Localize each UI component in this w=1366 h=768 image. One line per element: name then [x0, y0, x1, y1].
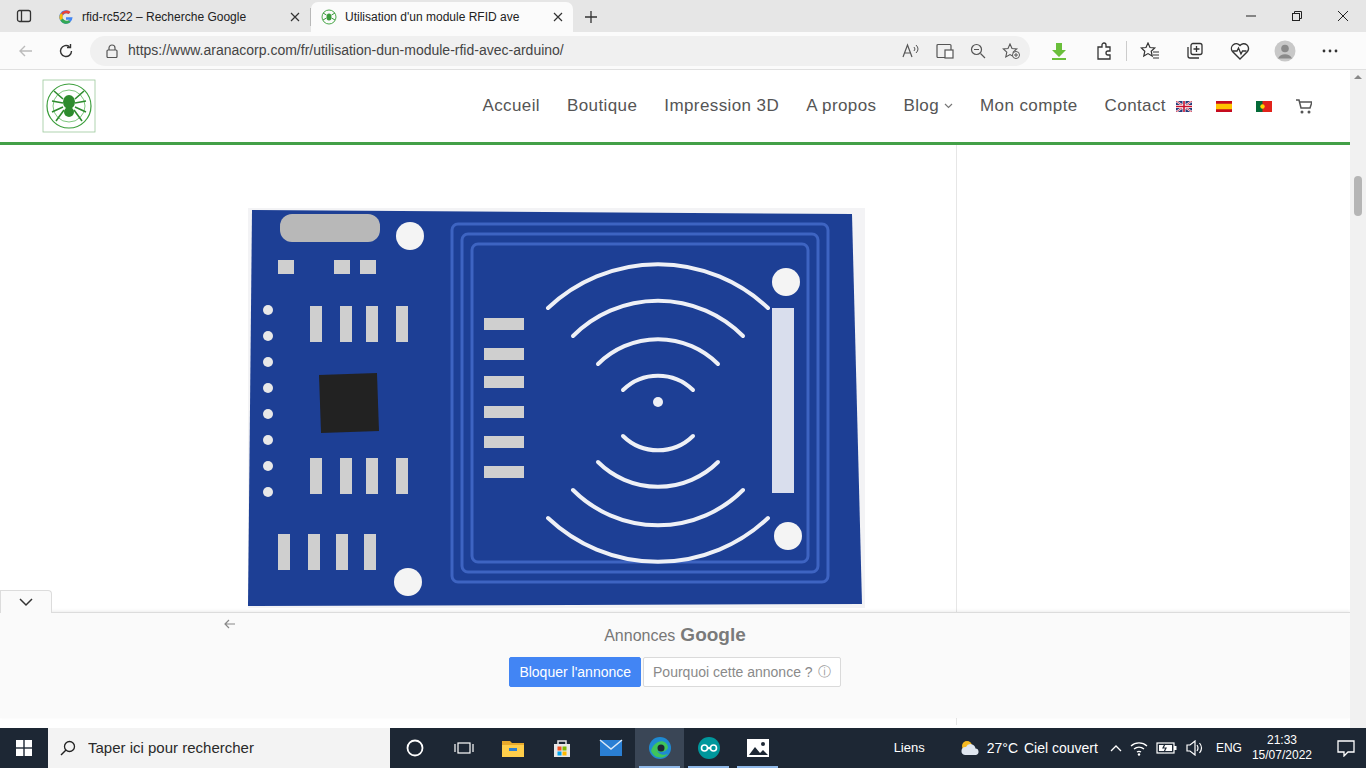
volume-icon[interactable] [1186, 740, 1204, 756]
collections-icon[interactable] [1172, 35, 1217, 67]
block-ad-button[interactable]: Bloquer l'annonce [509, 657, 641, 688]
extensions-icon[interactable] [1081, 35, 1126, 67]
search-icon [60, 740, 76, 756]
links-toolbar[interactable]: Liens [894, 738, 925, 758]
collapse-ad-icon[interactable] [0, 590, 52, 613]
add-favorite-icon[interactable] [1002, 43, 1020, 59]
aranacorp-favicon-icon [321, 9, 337, 25]
download-icon[interactable] [1036, 35, 1081, 67]
new-tab-icon[interactable] [573, 2, 609, 32]
mail-icon[interactable] [586, 728, 635, 768]
vertical-scrollbar[interactable] [1350, 70, 1366, 728]
tab-strip: rfid-rc522 – Recherche Google Utilisation… [0, 0, 1366, 32]
weather-widget[interactable]: 27°CCiel couvert [959, 738, 1098, 759]
back-icon[interactable] [6, 35, 46, 67]
more-icon[interactable] [1307, 35, 1352, 67]
window-controls [1228, 0, 1366, 32]
windows-start-icon[interactable] [0, 728, 48, 768]
cortana-icon[interactable] [390, 728, 439, 768]
zoom-icon[interactable] [970, 43, 986, 59]
scroll-thumb[interactable] [1354, 176, 1362, 216]
site-menu-item[interactable]: Mon compte [980, 93, 1078, 119]
web-page: Accueil Boutique Impression 3D A propos Blog… [0, 70, 1350, 728]
address-bar: https://www.aranacorp.com/fr/utilisation… [0, 32, 1366, 70]
tab-title[interactable]: rfid-rc522 – Recherche Google [82, 8, 282, 26]
ad-banner: AnnoncesGoogle Bloquer l'annonce Pourquo… [0, 612, 1350, 718]
site-menu-item[interactable]: Impression 3D [664, 93, 779, 119]
google-favicon-icon [58, 9, 74, 25]
notifications-icon[interactable] [1326, 728, 1366, 768]
url-text[interactable]: https://www.aranacorp.com/fr/utilisation… [128, 40, 892, 61]
input-language[interactable]: ENG [1216, 739, 1242, 757]
info-icon[interactable]: ⓘ [818, 664, 831, 680]
task-view-icon[interactable] [439, 728, 488, 768]
taskbar: Liens 27°CCiel couvert ENG 21:33 15/07/2… [0, 728, 1366, 768]
photos-icon[interactable] [733, 728, 782, 768]
tab-actions-icon[interactable] [0, 0, 48, 32]
portuguese-flag-icon[interactable] [1256, 101, 1272, 112]
cart-icon[interactable] [1296, 99, 1312, 114]
network-icon[interactable] [1130, 740, 1148, 756]
arduino-icon[interactable] [684, 728, 733, 768]
taskbar-search[interactable] [48, 728, 390, 768]
search-input[interactable] [88, 737, 378, 760]
edge-icon[interactable] [635, 728, 684, 768]
site-menu-item[interactable]: A propos [806, 93, 876, 119]
favorites-icon[interactable] [1127, 35, 1172, 67]
english-flag-icon[interactable] [1176, 101, 1192, 112]
site-header: Accueil Boutique Impression 3D A propos Blog… [0, 70, 1350, 145]
spanish-flag-icon[interactable] [1216, 101, 1232, 112]
read-aloud-icon[interactable] [902, 43, 920, 59]
why-ad-button[interactable]: Pourquoi cette annonce ?ⓘ [643, 657, 841, 688]
profile-icon[interactable] [1262, 35, 1307, 67]
close-icon[interactable] [1320, 0, 1366, 32]
minimize-icon[interactable] [1228, 0, 1274, 32]
browser-tab[interactable]: rfid-rc522 – Recherche Google [48, 2, 310, 32]
site-menu-item[interactable]: Boutique [567, 93, 637, 119]
restore-icon[interactable] [1274, 0, 1320, 32]
ad-label: AnnoncesGoogle [604, 621, 746, 650]
lock-icon [106, 44, 118, 58]
battery-icon[interactable] [1156, 741, 1178, 755]
site-menu-item[interactable]: Contact [1105, 93, 1166, 119]
clock[interactable]: 21:33 15/07/2022 [1252, 733, 1312, 763]
health-icon[interactable] [1217, 35, 1262, 67]
aranacorp-logo-icon[interactable] [42, 79, 96, 133]
site-menu-item[interactable]: Accueil [482, 93, 540, 119]
tab-title[interactable]: Utilisation d'un module RFID ave [345, 8, 545, 26]
ad-back-icon[interactable] [224, 619, 236, 629]
show-hidden-icons-icon[interactable] [1110, 744, 1122, 752]
url-field[interactable]: https://www.aranacorp.com/fr/utilisation… [90, 36, 1030, 66]
reader-view-icon[interactable] [936, 43, 954, 59]
store-icon[interactable] [537, 728, 586, 768]
refresh-icon[interactable] [46, 35, 86, 67]
close-tab-icon[interactable] [290, 12, 300, 22]
site-menu-item[interactable]: Blog [903, 93, 953, 119]
dropdown-caret-icon[interactable] [944, 103, 953, 109]
file-explorer-icon[interactable] [488, 728, 537, 768]
cloudy-icon [959, 739, 981, 757]
rfid-module-photo [248, 208, 865, 608]
close-tab-icon[interactable] [553, 12, 563, 22]
browser-tab[interactable]: Utilisation d'un module RFID ave [311, 2, 573, 32]
